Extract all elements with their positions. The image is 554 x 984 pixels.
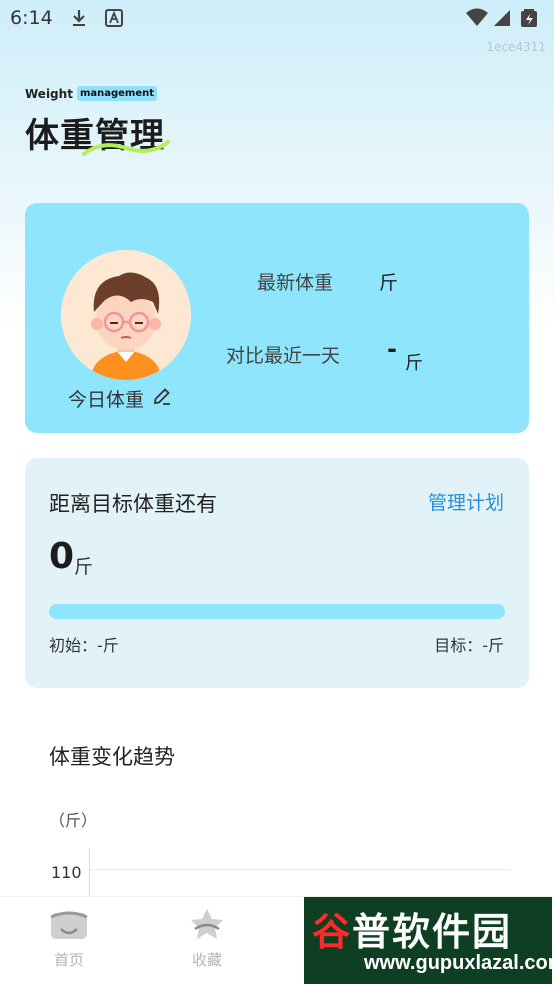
goal-remaining-value: 0 <box>49 536 75 577</box>
signal-icon <box>494 10 510 26</box>
compare-unit: 斤 <box>405 353 423 374</box>
status-bar: 6:14 <box>0 0 554 38</box>
start-weight-label: 初始：-斤 <box>49 636 119 655</box>
header-subtitle: Weight management <box>25 86 158 101</box>
tab-home[interactable]: 首页 <box>14 897 124 984</box>
star-icon <box>187 907 227 945</box>
banner-title-part1: 谷 <box>312 910 353 954</box>
today-weight-label: 今日体重 <box>68 389 145 411</box>
edit-pencil-icon <box>152 386 172 411</box>
latest-weight-unit: 斤 <box>379 272 399 294</box>
target-weight-label: 目标：-斤 <box>434 636 504 655</box>
avatar[interactable] <box>61 250 191 380</box>
battery-icon <box>521 9 537 27</box>
trend-y-tick: 110 <box>51 863 82 882</box>
download-icon <box>70 8 88 32</box>
title-swoosh-decoration <box>82 140 170 156</box>
goal-remaining-unit: 斤 <box>74 556 94 578</box>
wifi-icon <box>466 8 488 26</box>
header-badge-en: management <box>76 86 158 101</box>
a-font-icon <box>105 8 123 32</box>
weight-card: 今日体重 最新体重 斤 对比最近一天 - 斤 <box>25 203 529 433</box>
compare-value: - <box>387 335 397 363</box>
status-right-icons <box>464 7 546 33</box>
today-weight-button[interactable]: 今日体重 <box>68 385 172 412</box>
banner-title: 谷普软件园 <box>312 901 512 956</box>
header-label-en: Weight <box>25 86 73 101</box>
site-watermark-banner: 谷普软件园 www.gupuxlazal.com <box>304 897 552 984</box>
trend-title: 体重变化趋势 <box>49 745 175 769</box>
compare-label: 对比最近一天 <box>226 345 341 367</box>
goal-card: 距离目标体重还有 管理计划 0 斤 初始：-斤 目标：-斤 <box>25 458 529 688</box>
home-icon <box>49 907 89 945</box>
banner-title-part2: 普软件园 <box>352 910 513 954</box>
trend-unit-label: （斤） <box>49 811 98 830</box>
manage-plan-link[interactable]: 管理计划 <box>428 488 504 515</box>
tab-favorites-label: 收藏 <box>191 951 222 969</box>
banner-url: www.gupuxlazal.com <box>364 952 552 974</box>
latest-weight-label: 最新体重 <box>257 272 334 294</box>
goal-title: 距离目标体重还有 <box>49 492 217 516</box>
goal-progress-bar <box>49 604 505 619</box>
tab-home-label: 首页 <box>53 951 84 969</box>
avatar-illustration <box>61 250 191 380</box>
tab-favorites[interactable]: 收藏 <box>152 897 262 984</box>
status-time: 6:14 <box>10 7 53 29</box>
trend-gridline <box>90 869 510 870</box>
watermark-id: 1ece4311 <box>486 40 546 54</box>
trend-y-axis <box>89 848 90 898</box>
